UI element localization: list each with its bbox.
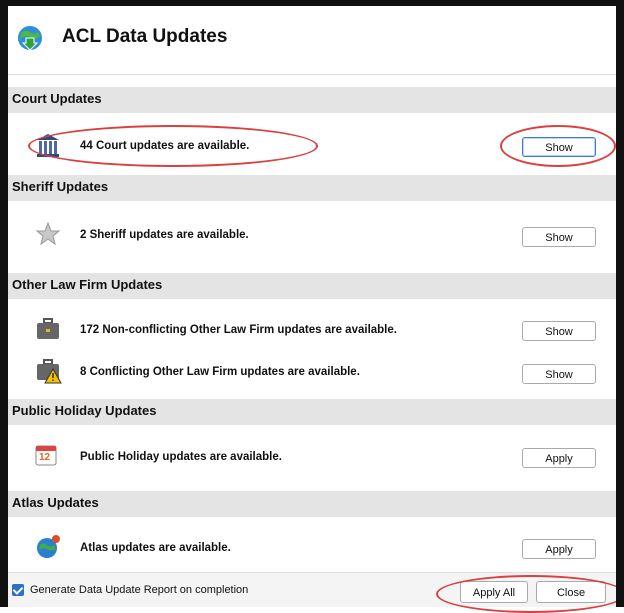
- apply-public-holiday-button[interactable]: Apply: [522, 448, 596, 468]
- annotation-ellipse-footer-buttons: [436, 575, 624, 613]
- atlas-updates-text: Atlas updates are available.: [80, 542, 231, 554]
- updates-panel: Court Updates 44 Court updates are avail…: [8, 74, 624, 613]
- calendar-day-number: 12: [39, 452, 51, 463]
- show-conflicting-button[interactable]: Show: [522, 364, 596, 384]
- annotation-ellipse-show-button: [500, 125, 616, 167]
- section-header-sheriff: Sheriff Updates: [8, 175, 616, 201]
- briefcase-warning-icon: [37, 359, 62, 384]
- generate-report-checkbox[interactable]: [12, 584, 24, 596]
- annotation-ellipse-court: [28, 125, 318, 167]
- public-holiday-text: Public Holiday updates are available.: [80, 451, 282, 463]
- show-nonconflicting-button[interactable]: Show: [522, 321, 596, 341]
- section-header-court: Court Updates: [8, 87, 616, 113]
- law-firm-nonconflicting-text: 172 Non-conflicting Other Law Firm updat…: [80, 324, 397, 336]
- app-globe-download-icon: [18, 26, 42, 51]
- section-header-law-firm: Other Law Firm Updates: [8, 273, 616, 299]
- section-header-public-holiday: Public Holiday Updates: [8, 399, 616, 425]
- sheriff-updates-text: 2 Sheriff updates are available.: [80, 229, 249, 241]
- window-edge: [616, 0, 624, 607]
- window-title: ACL Data Updates: [62, 26, 228, 47]
- title-bar: ACL Data Updates: [8, 6, 616, 74]
- calendar-icon: 12: [34, 443, 58, 467]
- section-header-atlas: Atlas Updates: [8, 491, 616, 517]
- globe-icon: [37, 535, 60, 558]
- apply-atlas-button[interactable]: Apply: [522, 539, 596, 559]
- briefcase-icon: [37, 318, 59, 339]
- generate-report-label: Generate Data Update Report on completio…: [30, 584, 249, 596]
- dialog-window: ACL Data Updates Court Updates 44 Court …: [0, 0, 624, 613]
- show-sheriff-button[interactable]: Show: [522, 227, 596, 247]
- sheriff-star-icon: [35, 221, 61, 246]
- law-firm-conflicting-text: 8 Conflicting Other Law Firm updates are…: [80, 366, 360, 378]
